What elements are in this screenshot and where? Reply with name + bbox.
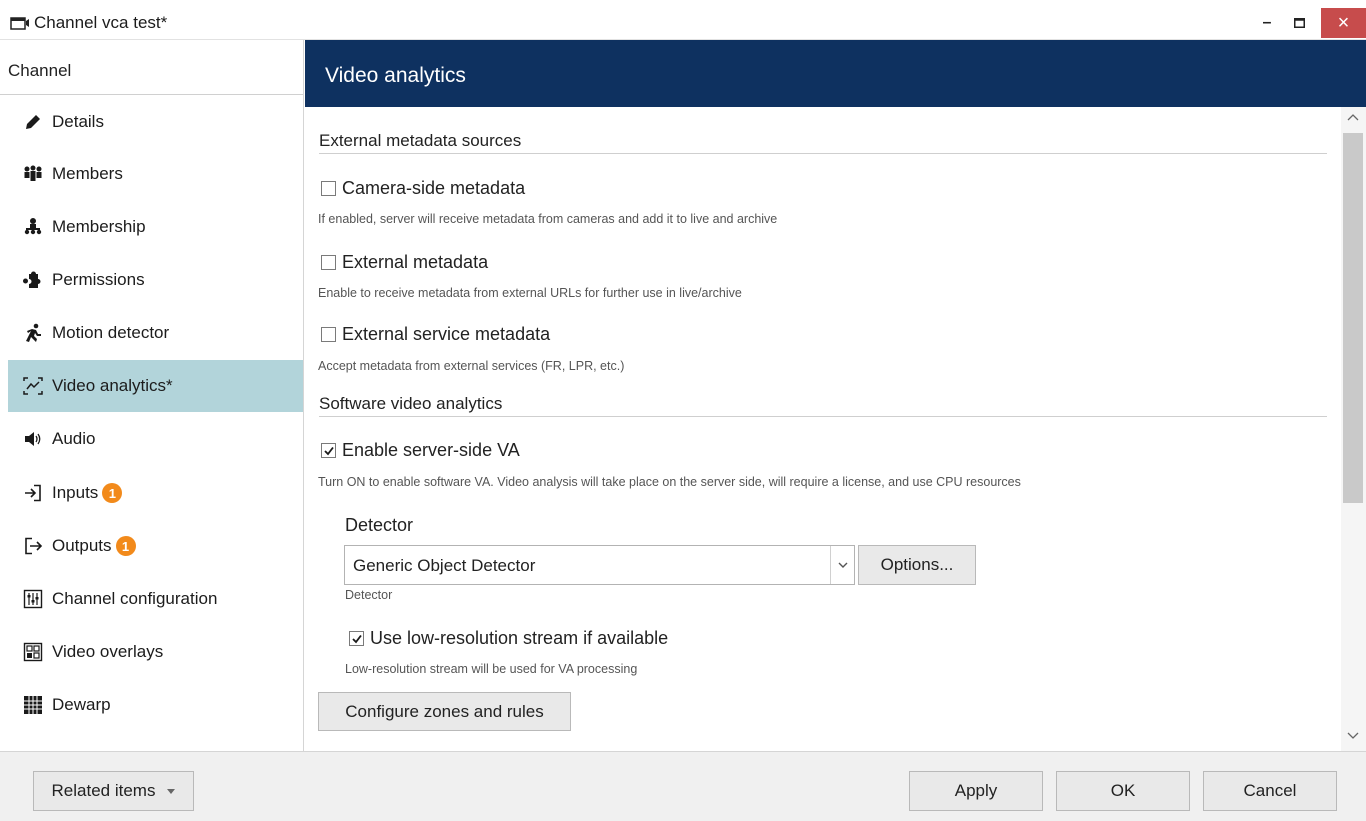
sidebar-item-details[interactable]: Details — [8, 96, 303, 148]
speaker-icon — [22, 428, 44, 450]
permissions-icon — [22, 269, 44, 291]
sidebar-item-label: Video analytics* — [52, 376, 173, 395]
enable-server-side-va-checkbox[interactable]: Enable server-side VA — [321, 440, 520, 461]
dewarp-icon — [22, 694, 44, 716]
sidebar: Channel Details Members Membership Permi… — [0, 40, 304, 751]
sidebar-item-label: Channel configuration — [52, 589, 218, 608]
chevron-down-icon[interactable] — [830, 546, 854, 584]
footer-bar: Related items Apply OK Cancel — [0, 751, 1366, 821]
sidebar-item-dewarp[interactable]: Dewarp — [8, 679, 303, 731]
sidebar-item-label: Details — [52, 112, 104, 131]
sidebar-item-inputs[interactable]: Inputs 1 — [8, 467, 303, 519]
sidebar-item-outputs[interactable]: Outputs 1 — [8, 520, 303, 572]
sidebar-item-members[interactable]: Members — [8, 148, 303, 200]
window-title: Channel vca test* — [34, 13, 168, 32]
section-divider — [319, 153, 1327, 154]
sidebar-item-label: Video overlays — [52, 642, 164, 661]
external-service-metadata-label: External service metadata — [342, 324, 551, 344]
low-resolution-stream-hint: Low-resolution stream will be used for V… — [345, 662, 638, 676]
running-man-icon — [22, 322, 44, 344]
sidebar-item-video-overlays[interactable]: Video overlays — [8, 626, 303, 678]
external-metadata-label: External metadata — [342, 252, 489, 272]
input-icon — [22, 482, 44, 504]
sidebar-item-label: Audio — [52, 429, 96, 448]
detector-selected-value: Generic Object Detector — [353, 556, 536, 575]
sidebar-item-label: Members — [52, 164, 123, 183]
output-icon — [22, 535, 44, 557]
close-icon: × — [1337, 11, 1350, 34]
membership-icon — [22, 216, 44, 238]
enable-server-side-va-label: Enable server-side VA — [342, 440, 520, 460]
page-title: Video analytics — [325, 64, 466, 87]
sidebar-item-label: Permissions — [52, 270, 145, 289]
window-app-icon — [10, 17, 29, 30]
detector-label: Detector — [345, 515, 414, 535]
ok-button[interactable]: OK — [1056, 771, 1190, 811]
external-service-metadata-hint: Accept metadata from external services (… — [318, 359, 625, 373]
checkbox-box — [321, 327, 336, 342]
enable-server-side-va-hint: Turn ON to enable software VA. Video ana… — [318, 475, 1021, 489]
detector-options-button[interactable]: Options... — [858, 545, 976, 585]
sidebar-item-label: Inputs — [52, 483, 99, 502]
checkbox-box — [349, 631, 364, 646]
checkbox-box — [321, 443, 336, 458]
sidebar-item-permissions[interactable]: Permissions — [8, 254, 303, 306]
content-header: Video analytics — [305, 40, 1366, 107]
configure-zones-rules-button[interactable]: Configure zones and rules — [318, 692, 571, 731]
sidebar-item-label: Dewarp — [52, 695, 111, 714]
sidebar-item-channel-configuration[interactable]: Channel configuration — [8, 573, 303, 625]
external-service-metadata-checkbox[interactable]: External service metadata — [321, 324, 550, 345]
sidebar-item-label: Membership — [52, 217, 146, 236]
scroll-up-icon[interactable] — [1347, 113, 1359, 121]
sidebar-item-audio[interactable]: Audio — [8, 413, 303, 465]
sidebar-item-label: Outputs — [52, 536, 112, 555]
maximize-button[interactable] — [1278, 8, 1320, 38]
camera-side-metadata-hint: If enabled, server will receive metadata… — [318, 212, 778, 226]
section-divider — [319, 416, 1327, 417]
checkbox-box — [321, 181, 336, 196]
external-metadata-section-title: External metadata sources — [319, 131, 522, 150]
software-va-section-title: Software video analytics — [319, 394, 503, 413]
low-resolution-stream-label: Use low-resolution stream if available — [370, 628, 669, 648]
detector-select[interactable]: Generic Object Detector — [344, 545, 855, 585]
sidebar-header: Channel — [8, 61, 72, 80]
sidebar-item-membership[interactable]: Membership — [8, 201, 303, 253]
minimize-icon: – — [1262, 14, 1272, 31]
inputs-count-badge: 1 — [102, 483, 123, 503]
apply-button[interactable]: Apply — [909, 771, 1043, 811]
maximize-icon — [1293, 18, 1305, 28]
sidebar-item-label: Motion detector — [52, 323, 170, 342]
close-button[interactable]: × — [1321, 8, 1366, 38]
scroll-down-icon[interactable] — [1347, 732, 1359, 740]
checkmark-icon — [352, 634, 362, 644]
sliders-icon — [22, 588, 44, 610]
checkmark-icon — [324, 446, 334, 456]
analytics-icon — [22, 375, 44, 397]
sidebar-divider — [0, 94, 303, 95]
cancel-button[interactable]: Cancel — [1203, 771, 1337, 811]
external-metadata-hint: Enable to receive metadata from external… — [318, 286, 742, 300]
vertical-scrollbar[interactable] — [1341, 107, 1366, 751]
overlay-icon — [22, 641, 44, 663]
camera-side-metadata-label: Camera-side metadata — [342, 178, 526, 198]
outputs-count-badge: 1 — [115, 536, 136, 556]
caret-down-icon — [167, 788, 176, 794]
sidebar-item-video-analytics[interactable]: Video analytics* — [8, 360, 303, 412]
low-resolution-stream-checkbox[interactable]: Use low-resolution stream if available — [349, 628, 668, 649]
related-items-label: Related items — [51, 781, 156, 800]
detector-hint: Detector — [345, 588, 393, 602]
camera-side-metadata-checkbox[interactable]: Camera-side metadata — [321, 178, 525, 199]
scrollbar-thumb[interactable] — [1343, 133, 1363, 503]
external-metadata-checkbox[interactable]: External metadata — [321, 252, 488, 273]
content-panel: External metadata sources Camera-side me… — [305, 107, 1341, 751]
pencil-icon — [22, 111, 44, 133]
checkbox-box — [321, 255, 336, 270]
related-items-dropdown[interactable]: Related items — [33, 771, 194, 811]
title-bar: Channel vca test* – × — [0, 0, 1366, 40]
members-icon — [22, 163, 44, 185]
sidebar-item-motion-detector[interactable]: Motion detector — [8, 307, 303, 359]
